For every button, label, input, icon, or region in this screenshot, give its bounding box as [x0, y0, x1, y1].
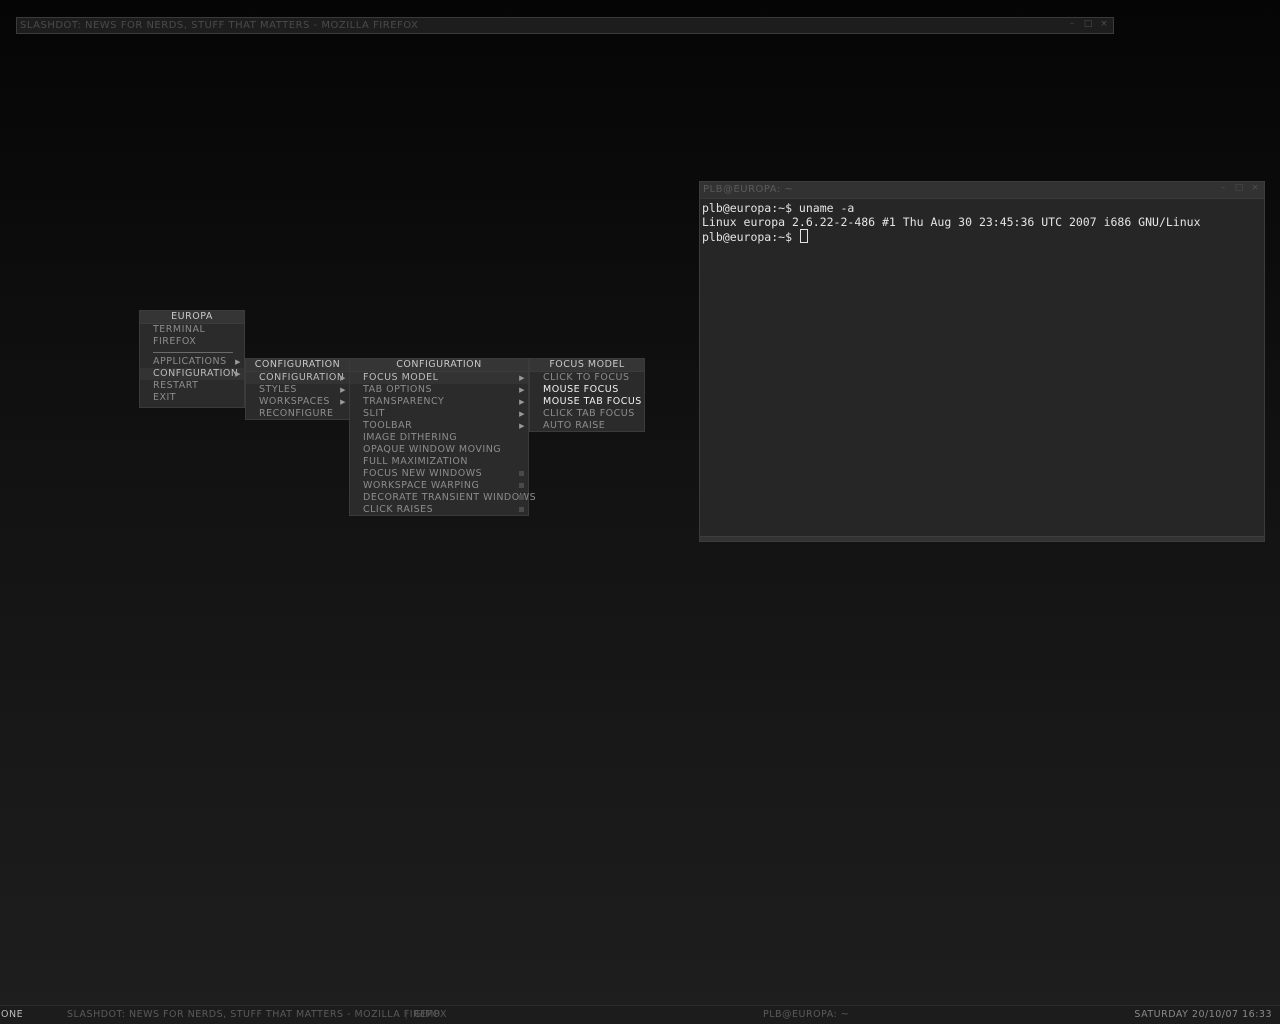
- minimize-icon[interactable]: –: [1218, 183, 1228, 193]
- checkbox-icon: [519, 507, 524, 512]
- menu-item-configuration[interactable]: Configuration ▶: [140, 368, 244, 380]
- submenu-arrow-icon: ▶: [340, 374, 346, 382]
- menu-item-label: Focus New Windows: [363, 468, 483, 479]
- terminal-window-buttons: – □ ×: [1218, 183, 1260, 193]
- firefox-window[interactable]: Slashdot: News for nerds, stuff that mat…: [16, 17, 1114, 34]
- menu-item-label: Slit: [363, 408, 385, 419]
- terminal-window[interactable]: plb@europa: ~ – □ × plb@europa:~$ uname …: [699, 181, 1265, 542]
- menu-item-label: Styles: [259, 384, 297, 395]
- submenu-arrow-icon: ▶: [340, 386, 346, 394]
- submenu-arrow-icon: ▶: [235, 370, 241, 378]
- menu-item-restart[interactable]: Restart: [140, 380, 244, 392]
- menu-item-focus-new-windows[interactable]: Focus New Windows: [350, 468, 528, 480]
- submenu-arrow-icon: ▶: [519, 374, 525, 382]
- menu-item-click-raises[interactable]: Click Raises: [350, 504, 528, 516]
- menu-item-label: Configuration: [153, 368, 239, 379]
- root-menu-title: Europa: [140, 311, 244, 324]
- terminal-output[interactable]: plb@europa:~$ uname -a Linux europa 2.6.2…: [700, 199, 1264, 537]
- taskbar-item-firefox[interactable]: Slashdot: News for nerds, stuff that mat…: [67, 1009, 447, 1020]
- menu-item-image-dithering[interactable]: Image Dithering: [350, 432, 528, 444]
- menu-item-auto-raise[interactable]: Auto Raise: [530, 420, 644, 432]
- menu-item-label: Configuration: [259, 372, 345, 383]
- configuration-submenu-title: Configuration: [350, 359, 528, 372]
- menu-item-exit[interactable]: Exit: [140, 392, 244, 404]
- focus-model-menu: Focus Model Click To Focus Mouse Focus M…: [529, 358, 645, 432]
- menu-item-label: Tab Options: [363, 384, 433, 395]
- clock: Saturday 20/10/07 16:33: [1134, 1009, 1272, 1020]
- menu-item-label: Workspaces: [259, 396, 330, 407]
- taskbar-item-terminal[interactable]: plb@europa: ~: [763, 1009, 849, 1020]
- taskbar-divider: |: [405, 1009, 409, 1020]
- terminal-prompt: plb@europa:~$: [702, 230, 799, 244]
- menu-item-applications[interactable]: Applications ▶: [140, 356, 244, 368]
- menu-item-label: Transparency: [363, 396, 445, 407]
- toolbar: One Slashdot: News for nerds, stuff that…: [0, 1005, 1280, 1024]
- menu-item-opaque-window-moving[interactable]: Opaque Window Moving: [350, 444, 528, 456]
- menu-item-label: Toolbar: [363, 420, 413, 431]
- submenu-arrow-icon: ▶: [519, 386, 525, 394]
- root-menu: Europa Terminal Firefox Applications ▶ C…: [139, 310, 245, 408]
- terminal-line: Linux europa 2.6.22-2-486 #1 Thu Aug 30 …: [702, 215, 1201, 229]
- terminal-prompt-line: plb@europa:~$: [702, 229, 1262, 244]
- firefox-window-buttons: – □ ×: [1067, 19, 1109, 29]
- submenu-arrow-icon: ▶: [235, 358, 241, 366]
- terminal-handle-bar[interactable]: [700, 536, 1264, 541]
- submenu-arrow-icon: ▶: [519, 410, 525, 418]
- configuration-submenu: Configuration Focus Model ▶ Tab Options …: [349, 358, 536, 516]
- menu-separator: [140, 348, 244, 356]
- terminal-titlebar[interactable]: plb@europa: ~ – □ ×: [700, 182, 1264, 199]
- checkbox-icon: [519, 483, 524, 488]
- configuration-menu-title: Configuration: [246, 359, 349, 372]
- focus-model-menu-title: Focus Model: [530, 359, 644, 372]
- terminal-line: plb@europa:~$ uname -a: [702, 201, 855, 215]
- menu-item-click-tab-focus[interactable]: Click Tab Focus: [530, 408, 644, 420]
- menu-item-full-maximization[interactable]: Full Maximization: [350, 456, 528, 468]
- configuration-menu: Configuration Configuration ▶ Styles ▶ W…: [245, 358, 350, 420]
- menu-item-configuration[interactable]: Configuration ▶: [246, 372, 349, 384]
- menu-item-decorate-transient-windows[interactable]: Decorate Transient Windows: [350, 492, 536, 504]
- minimize-icon[interactable]: –: [1067, 19, 1077, 29]
- close-icon[interactable]: ×: [1250, 183, 1260, 193]
- close-icon[interactable]: ×: [1099, 19, 1109, 29]
- menu-item-label: Click Raises: [363, 504, 434, 515]
- menu-item-reconfigure[interactable]: Reconfigure: [246, 408, 349, 420]
- menu-item-styles[interactable]: Styles ▶: [246, 384, 349, 396]
- maximize-icon[interactable]: □: [1234, 183, 1244, 193]
- menu-item-click-to-focus[interactable]: Click To Focus: [530, 372, 644, 384]
- menu-item-mouse-focus[interactable]: Mouse Focus: [530, 384, 644, 396]
- menu-item-tab-options[interactable]: Tab Options ▶: [350, 384, 528, 396]
- terminal-cursor: [799, 229, 808, 243]
- menu-item-label: Decorate Transient Windows: [363, 492, 537, 503]
- menu-item-workspaces[interactable]: Workspaces ▶: [246, 396, 349, 408]
- menu-item-transparency[interactable]: Transparency ▶: [350, 396, 528, 408]
- menu-item-label: Workspace Warping: [363, 480, 480, 491]
- menu-item-mouse-tab-focus[interactable]: Mouse Tab Focus: [530, 396, 644, 408]
- menu-item-focus-model[interactable]: Focus Model ▶: [350, 372, 528, 384]
- menu-item-slit[interactable]: Slit ▶: [350, 408, 528, 420]
- menu-item-firefox[interactable]: Firefox: [140, 336, 244, 348]
- menu-item-workspace-warping[interactable]: Workspace Warping: [350, 480, 528, 492]
- terminal-window-title: plb@europa: ~: [703, 184, 794, 195]
- checkbox-icon: [519, 495, 524, 500]
- taskbar-item-gimp[interactable]: Gimp: [414, 1009, 440, 1020]
- menu-item-terminal[interactable]: Terminal: [140, 324, 244, 336]
- submenu-arrow-icon: ▶: [340, 398, 346, 406]
- checkbox-icon: [519, 471, 524, 476]
- submenu-arrow-icon: ▶: [519, 422, 525, 430]
- submenu-arrow-icon: ▶: [519, 398, 525, 406]
- workspace-name[interactable]: One: [1, 1009, 23, 1020]
- menu-item-label: Applications: [153, 356, 227, 367]
- menu-item-label: Focus Model: [363, 372, 439, 383]
- firefox-window-title: Slashdot: News for nerds, stuff that mat…: [20, 20, 419, 31]
- menu-item-toolbar[interactable]: Toolbar ▶: [350, 420, 528, 432]
- maximize-icon[interactable]: □: [1083, 19, 1093, 29]
